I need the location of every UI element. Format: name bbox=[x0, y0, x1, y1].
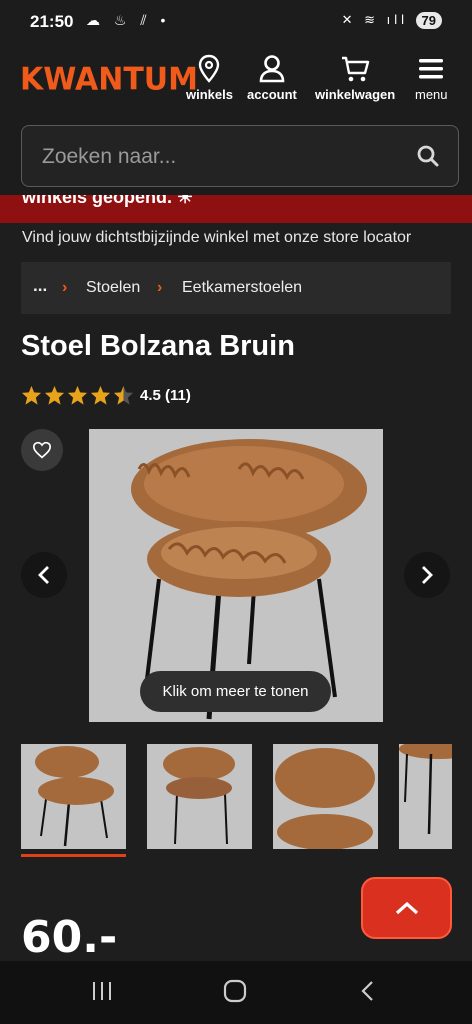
product-price: 60.- bbox=[21, 912, 118, 963]
site-header: KWANTUM winkels account winkelwagen menu bbox=[0, 42, 472, 204]
status-bar: 21:50 ☁ ♨ ⫽ • ✕ ≋ ıll 79 bbox=[0, 0, 472, 42]
thumbnail-chair-image bbox=[275, 748, 375, 849]
half-star-icon bbox=[113, 385, 134, 405]
rating-text: 4.5 (11) bbox=[140, 386, 191, 404]
hamburger-menu-icon bbox=[419, 59, 444, 79]
store-locator-link[interactable]: Vind jouw dichtstbijzijnde winkel met on… bbox=[22, 229, 411, 247]
status-signal-icons: ✕ ≋ ıll bbox=[341, 12, 408, 27]
star-icon bbox=[90, 385, 111, 405]
breadcrumb-stoelen[interactable]: Stoelen bbox=[86, 279, 140, 297]
breadcrumb: ... › Stoelen › Eetkamerstoelen bbox=[21, 262, 451, 314]
thumbnail-3[interactable] bbox=[273, 744, 378, 849]
product-rating[interactable]: 4.5 (11) bbox=[21, 384, 191, 406]
star-icon bbox=[21, 385, 42, 405]
thumbnail-chair-image bbox=[399, 744, 452, 835]
nav-menu-label: menu bbox=[415, 87, 448, 102]
cart-icon bbox=[342, 56, 370, 82]
back-to-top-button[interactable] bbox=[361, 877, 452, 939]
nav-account[interactable]: account bbox=[247, 54, 297, 104]
star-icon bbox=[67, 385, 88, 405]
location-pin-icon bbox=[199, 54, 220, 83]
kwantum-logo[interactable]: KWANTUM bbox=[20, 61, 198, 98]
status-time: 21:50 bbox=[30, 12, 74, 31]
battery-indicator: 79 bbox=[415, 12, 442, 29]
chevron-right-icon bbox=[422, 566, 433, 584]
star-icon bbox=[44, 385, 65, 405]
nav-account-label: account bbox=[247, 87, 297, 102]
system-navigation-bar bbox=[0, 961, 472, 1024]
chevron-up-icon bbox=[395, 901, 418, 915]
search-input[interactable]: Zoeken naar... bbox=[21, 125, 459, 187]
breadcrumb-eetkamerstoelen[interactable]: Eetkamerstoelen bbox=[182, 279, 302, 297]
back-icon[interactable] bbox=[356, 979, 380, 1003]
rating-stars bbox=[21, 385, 134, 405]
recent-apps-icon[interactable] bbox=[90, 979, 114, 1003]
status-notification-icons: ☁ ♨ ⫽ • bbox=[86, 12, 171, 28]
search-placeholder: Zoeken naar... bbox=[42, 145, 177, 168]
banner-text: winkels geopend. ☀ bbox=[22, 195, 194, 207]
active-thumbnail-indicator bbox=[21, 854, 126, 857]
gallery-prev-button[interactable] bbox=[21, 552, 67, 598]
nav-winkels-label: winkels bbox=[186, 87, 233, 102]
nav-winkelwagen-label: winkelwagen bbox=[315, 87, 396, 102]
favorite-button[interactable] bbox=[21, 429, 63, 471]
nav-winkels[interactable]: winkels bbox=[186, 54, 233, 104]
thumbnail-chair-image bbox=[35, 746, 114, 847]
show-more-button[interactable]: Klik om meer te tonen bbox=[140, 671, 331, 712]
user-icon bbox=[259, 55, 285, 83]
thumbnail-2[interactable] bbox=[147, 744, 252, 849]
gallery-next-button[interactable] bbox=[404, 552, 450, 598]
heart-icon bbox=[32, 441, 52, 459]
breadcrumb-ellipsis[interactable]: ... bbox=[33, 276, 47, 296]
chevron-right-icon: › bbox=[157, 279, 163, 296]
store-open-banner[interactable]: winkels geopend. ☀ bbox=[0, 195, 472, 223]
thumbnail-4[interactable] bbox=[399, 744, 452, 849]
thumbnail-chair-image bbox=[163, 747, 235, 845]
home-icon[interactable] bbox=[223, 979, 247, 1003]
chevron-right-icon: › bbox=[62, 279, 68, 296]
nav-menu[interactable]: menu bbox=[415, 54, 448, 104]
search-icon[interactable] bbox=[416, 144, 440, 168]
nav-winkelwagen[interactable]: winkelwagen bbox=[315, 54, 395, 104]
product-title: Stoel Bolzana Bruin bbox=[21, 330, 295, 362]
chevron-left-icon bbox=[38, 566, 49, 584]
thumbnail-1[interactable] bbox=[21, 744, 126, 849]
